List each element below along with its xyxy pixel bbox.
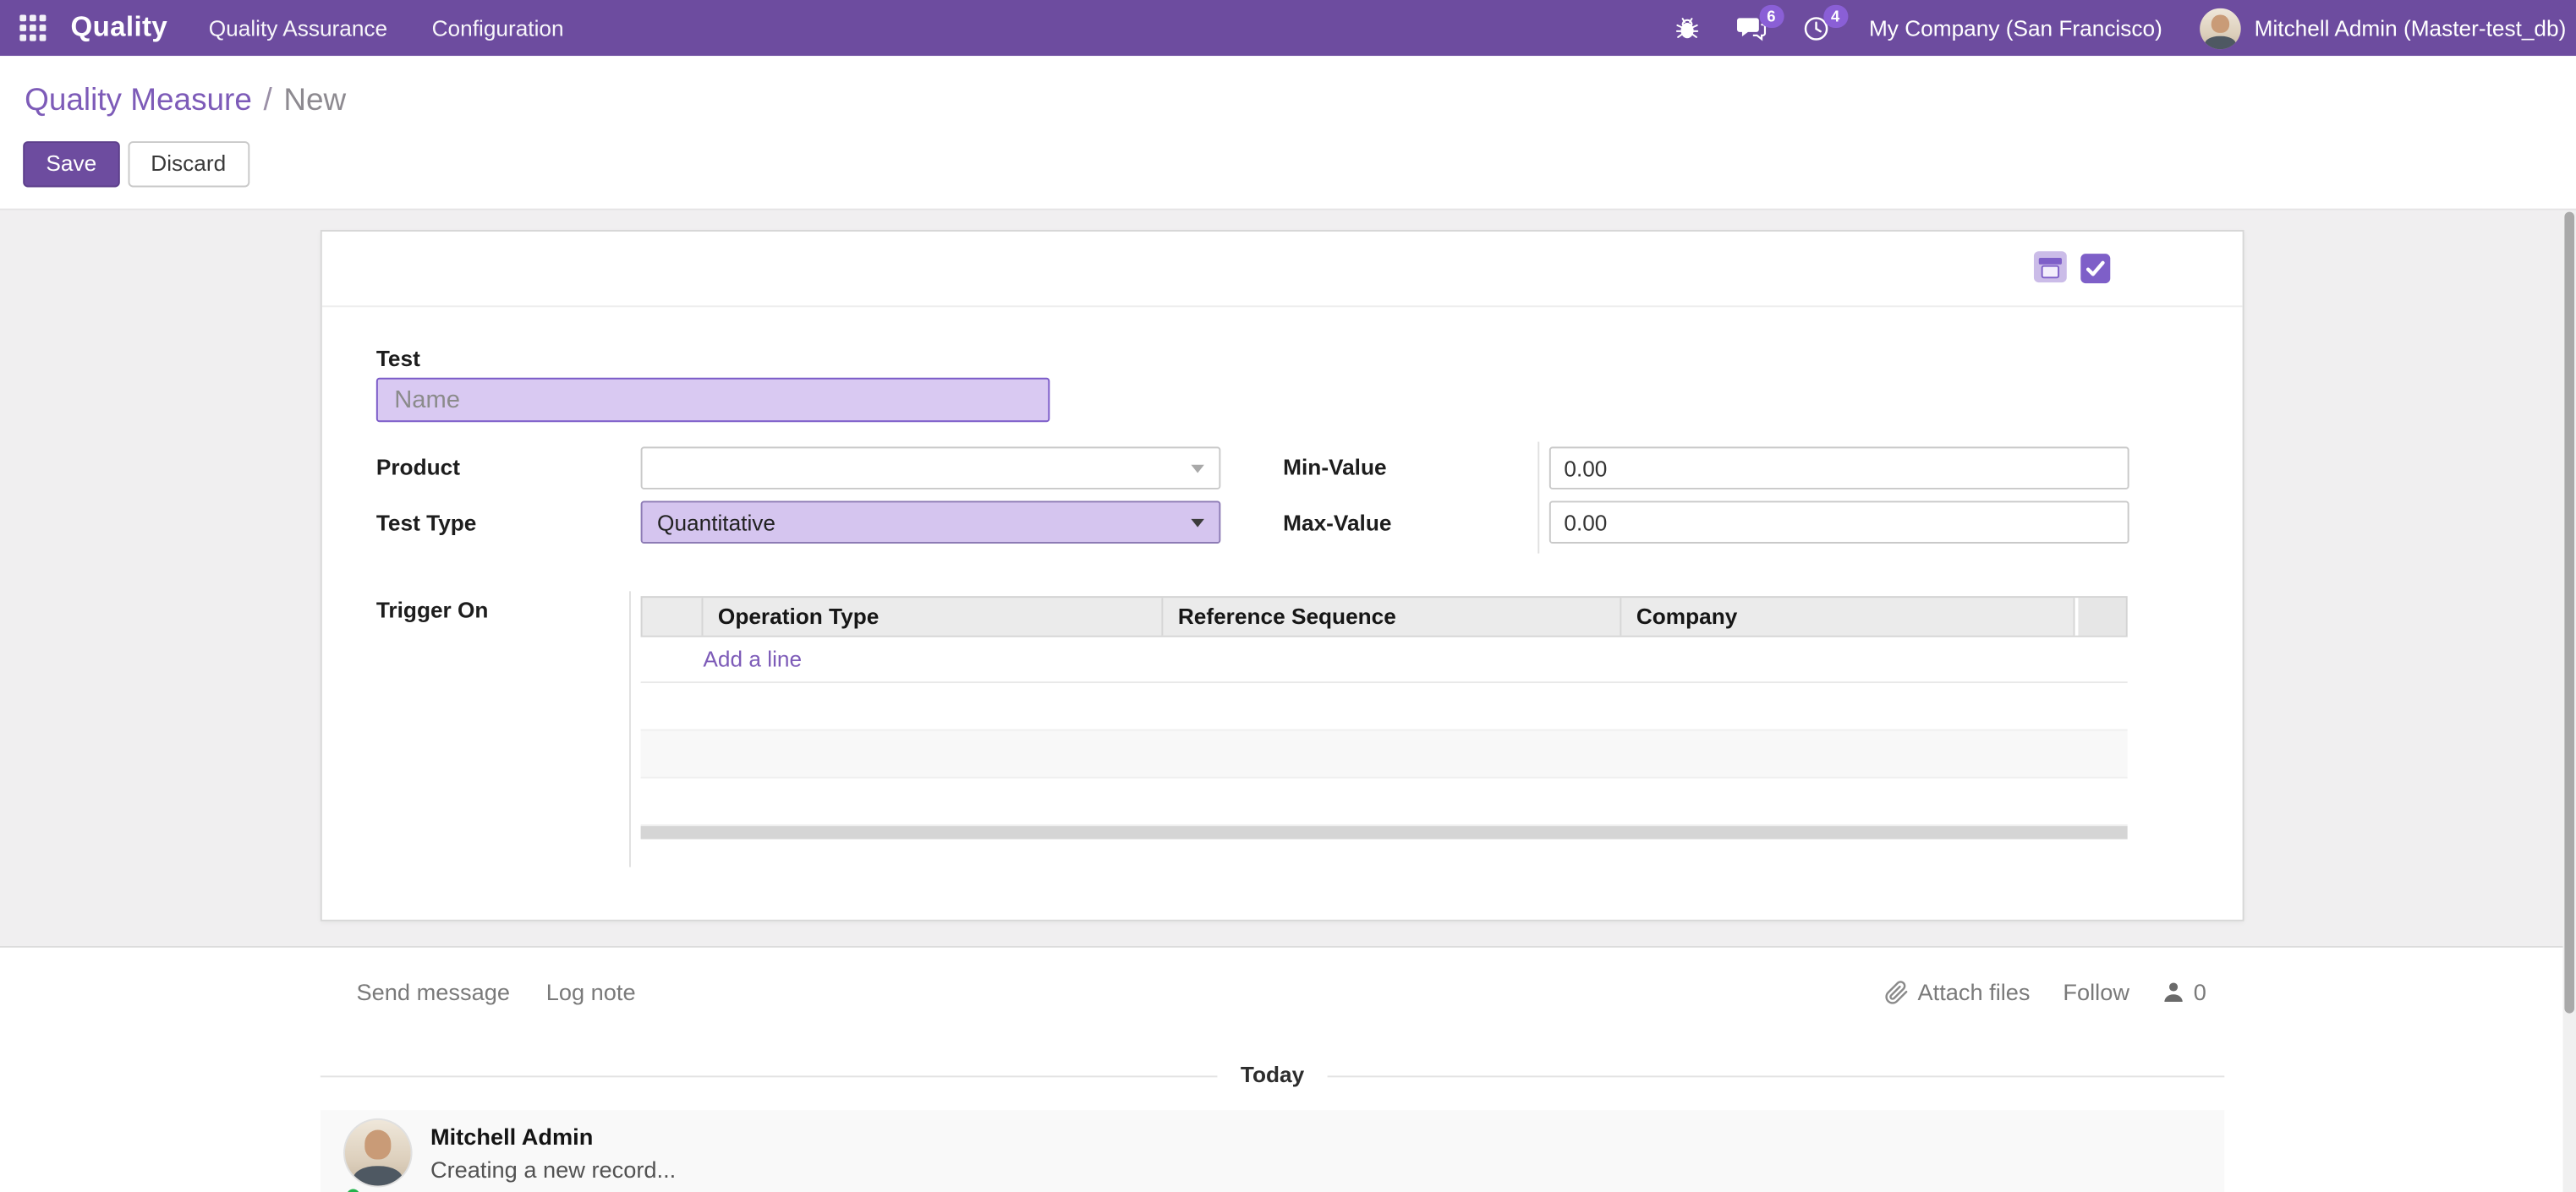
add-a-line-link[interactable]: Add a line (703, 647, 802, 671)
min-value-input[interactable] (1549, 446, 2129, 489)
control-panel: Quality Measure / New Save Discard (0, 56, 2576, 211)
message-body: Creating a new record... (430, 1156, 676, 1183)
test-type-select[interactable]: Quantitative (641, 500, 1221, 544)
vertical-scrollbar-thumb[interactable] (2564, 212, 2574, 1014)
discard-button[interactable]: Discard (128, 141, 249, 187)
max-value-input[interactable] (1549, 500, 2129, 544)
date-divider-label: Today (1218, 1063, 1328, 1087)
activities-icon[interactable]: 4 (1784, 0, 1848, 56)
product-label: Product (376, 455, 460, 479)
chatter-actions: Attach files Follow 0 (1885, 979, 2206, 1005)
date-divider: Today (321, 1063, 2224, 1087)
menu-configuration[interactable]: Configuration (432, 15, 564, 40)
breadcrumb-parent-link[interactable]: Quality Measure (25, 84, 252, 118)
column-company: Company (1621, 598, 2075, 636)
column-actions (2075, 598, 2126, 636)
breadcrumb: Quality Measure / New (25, 84, 346, 120)
test-type-value: Quantitative (657, 510, 776, 534)
follow-label: Follow (2063, 979, 2129, 1005)
breadcrumb-current: New (283, 84, 346, 118)
messages-badge: 6 (1759, 5, 1784, 28)
breadcrumb-separator: / (263, 84, 271, 118)
attach-files-button[interactable]: Attach files (1885, 979, 2031, 1005)
product-select[interactable] (641, 446, 1221, 489)
test-name-input[interactable] (376, 378, 1050, 422)
company-switcher[interactable]: My Company (San Francisco) (1848, 15, 2184, 40)
debug-bug-icon[interactable] (1655, 0, 1718, 56)
chatter-message: Mitchell Admin Creating a new record... (321, 1110, 2224, 1192)
message-avatar (343, 1118, 413, 1188)
column-handle (643, 598, 704, 636)
column-reference-sequence: Reference Sequence (1163, 598, 1621, 636)
user-menu[interactable]: Mitchell Admin (Master-test_db) (2184, 8, 2576, 49)
table-row (641, 683, 2128, 730)
menu-quality-assurance[interactable]: Quality Assurance (209, 15, 387, 40)
person-icon (2162, 981, 2185, 1003)
chatter: Send message Log note Attach files Follo… (0, 946, 2576, 1192)
chatter-topbar: Send message Log note Attach files Follo… (357, 979, 2206, 1005)
test-label: Test (376, 347, 420, 371)
chevron-down-icon (1191, 464, 1204, 473)
column-operation-type: Operation Type (703, 598, 1163, 636)
messages-icon[interactable]: 6 (1718, 0, 1784, 56)
user-name: Mitchell Admin (Master-test_db) (2255, 15, 2567, 40)
app-name[interactable]: Quality (71, 12, 168, 45)
trigger-on-table: Operation Type Reference Sequence Compan… (641, 596, 2128, 839)
chevron-down-icon (1191, 518, 1204, 527)
control-panel-buttons: Save Discard (23, 141, 249, 187)
table-row (641, 730, 2128, 778)
sheet-header-divider (322, 305, 2243, 307)
table-header-row: Operation Type Reference Sequence Compan… (641, 596, 2128, 637)
user-avatar (2201, 8, 2242, 49)
followers-count: 0 (2194, 979, 2206, 1005)
trigger-on-label: Trigger On (376, 598, 489, 622)
systray: 6 4 My Company (San Francisco) Mitchell … (1655, 0, 2576, 56)
log-note-button[interactable]: Log note (546, 979, 636, 1005)
content-area: Test Product Test Type Quantitative Min-… (0, 211, 2576, 946)
top-navbar: Quality Quality Assurance Configuration … (0, 0, 2576, 56)
attach-files-label: Attach files (1917, 979, 2030, 1005)
archive-box-icon[interactable] (2032, 249, 2069, 284)
table-row: Add a line (641, 637, 2128, 683)
follow-button[interactable]: Follow (2063, 979, 2129, 1005)
max-value-label: Max-Value (1283, 511, 1391, 535)
activities-badge: 4 (1823, 5, 1848, 28)
form-sheet: Test Product Test Type Quantitative Min-… (321, 230, 2244, 921)
group-separator-line (629, 591, 631, 867)
group-separator-line (1537, 442, 1539, 554)
vertical-scrollbar[interactable] (2562, 211, 2576, 1192)
check-square-icon[interactable] (2080, 253, 2111, 284)
page: Quality Quality Assurance Configuration … (0, 0, 2576, 1192)
followers-button[interactable]: 0 (2162, 979, 2206, 1005)
send-message-button[interactable]: Send message (357, 979, 510, 1005)
message-author: Mitchell Admin (430, 1124, 593, 1150)
table-horizontal-scrollbar[interactable] (641, 826, 2128, 839)
apps-menu-icon[interactable] (19, 14, 46, 41)
save-button[interactable]: Save (23, 141, 119, 187)
table-row (641, 779, 2128, 826)
min-value-label: Min-Value (1283, 455, 1386, 479)
paperclip-icon (1885, 980, 1910, 1004)
test-type-label: Test Type (376, 511, 477, 535)
